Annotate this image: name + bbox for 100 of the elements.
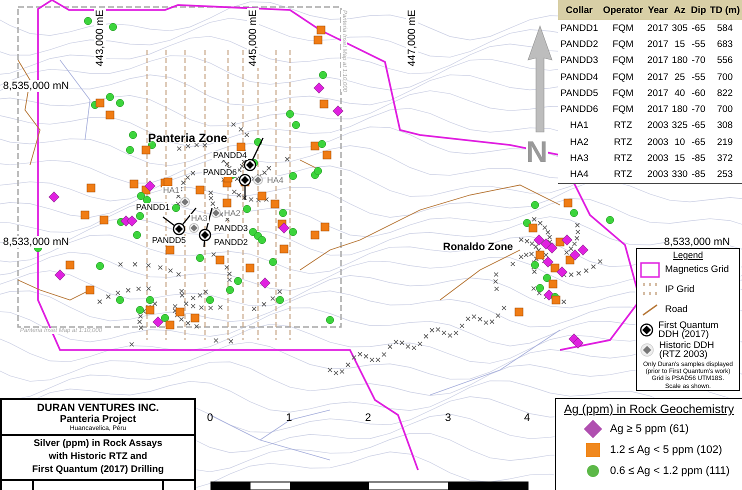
column-header: TD (m) [708, 0, 742, 20]
drill-hole-label: HA4 [266, 176, 285, 186]
table-cell: HA3 [558, 150, 601, 167]
map-title: First Quantum (2017) Drilling [32, 464, 164, 477]
drill-hole-label: HA1 [162, 186, 181, 196]
table-cell: HA4 [558, 166, 601, 184]
northing-label: 8,533,000 mN [3, 236, 69, 248]
scale-label: 1 [284, 412, 294, 424]
table-cell: 683 [708, 36, 742, 53]
table-cell: -60 [689, 85, 708, 102]
table-cell: HA1 [558, 118, 601, 134]
table-cell: 15 [670, 150, 690, 167]
legend-label: Road [665, 305, 688, 315]
table-cell: PANDD3 [558, 52, 601, 69]
table-cell: -70 [689, 101, 708, 118]
table-cell: RTZ [600, 134, 646, 150]
table-cell: -85 [689, 150, 708, 167]
drill-hole-label: PANDD3 [213, 224, 249, 234]
map-title: with Historic RTZ and [48, 450, 148, 464]
table-cell: -85 [689, 166, 708, 184]
table-cell: 2017 [646, 52, 670, 69]
drill-hole-label: PANDD1 [135, 203, 171, 212]
table-cell: PANDD5 [558, 85, 601, 102]
scale-label: 0 [206, 412, 214, 424]
table-cell: 2017 [646, 85, 670, 102]
table-cell: 253 [708, 166, 742, 184]
easting-label: 447,000 mE [406, 8, 418, 68]
table-cell: 219 [708, 134, 742, 150]
table-cell: RTZ [600, 118, 646, 134]
table-cell: 2017 [646, 36, 670, 53]
ag-legend-label: 0.6 ≤ Ag < 1.2 ppm (111) [610, 464, 730, 476]
project-name: Panteria Project [60, 414, 136, 425]
table-cell: FQM [600, 68, 646, 86]
table-cell: 2003 [646, 118, 670, 134]
scale-label: 4 [522, 412, 532, 424]
column-header: Year [646, 0, 670, 20]
ag-legend-label: Ag ≥ 5 ppm (61) [610, 422, 689, 434]
scale-label: 2 [364, 412, 372, 424]
drill-hole-label: HA2 [223, 209, 242, 218]
easting-label: 445,000 mE [247, 8, 259, 68]
table-cell: 180 [670, 101, 690, 118]
table-cell: RTZ [600, 150, 646, 167]
column-header: Az [670, 0, 690, 20]
ag-legend-label: 1.2 ≤ Ag < 5 ppm (102) [610, 444, 722, 456]
table-cell: -70 [689, 52, 708, 69]
scale-label: 3 [444, 412, 452, 424]
easting-label: 443,000 mE [94, 8, 106, 68]
table-cell: 822 [708, 85, 742, 102]
table-cell: 10 [670, 134, 690, 150]
drill-hole-label: HA3 [190, 214, 209, 224]
table-cell: 2003 [646, 134, 670, 150]
table-cell: 305 [670, 20, 690, 36]
drill-hole-label: PANDD2 [213, 238, 249, 248]
table-cell: FQM [600, 20, 646, 36]
column-header: Operator [600, 0, 646, 20]
table-cell-text: 2017 [646, 103, 670, 118]
legend-label: Historic DDH (RTZ 2003) [659, 340, 716, 360]
table-cell: 556 [708, 52, 742, 69]
table-cell: 2017 [646, 68, 670, 86]
table-cell: FQM [600, 101, 646, 118]
zone-label: Ronaldo Zone [443, 241, 513, 253]
table-cell: 372 [708, 150, 742, 167]
table-cell: 330 [670, 166, 690, 184]
table-cell: PANDD6 [558, 101, 601, 118]
table-cell-text: 25 [673, 70, 686, 85]
northing-label: 8,535,000 mN [3, 80, 69, 92]
zone-label: Panteria Zone [148, 131, 228, 145]
legend-title: Legend [672, 250, 704, 260]
table-cell: 2017 [646, 20, 670, 36]
map-title: Silver (ppm) in Rock Assays [34, 438, 162, 451]
table-cell: 2003 [646, 166, 670, 184]
table-cell: -65 [689, 118, 708, 134]
table-cell: FQM [600, 85, 646, 102]
ag-legend-title: Ag (ppm) in Rock Geochemistry [564, 402, 736, 416]
table-cell: PANDD4 [558, 68, 601, 86]
table-cell: FQM [600, 36, 646, 53]
drill-hole-label: PANDD6 [202, 168, 238, 178]
legend-label: IP Grid [665, 285, 694, 295]
column-header: Dip [689, 0, 708, 20]
legend-label: Magnetics Grid [665, 265, 729, 275]
drill-hole-label: PANDD5 [151, 236, 187, 246]
table-cell: PANDD1 [558, 20, 601, 36]
table-cell: 2003 [646, 150, 670, 167]
table-cell-text: 15 [673, 38, 686, 52]
table-cell-text: 180 [670, 54, 689, 68]
column-header: Collar [558, 0, 601, 20]
table-cell: 584 [708, 20, 742, 36]
table-cell: FQM [600, 52, 646, 69]
table-cell: 700 [708, 68, 742, 86]
legend-label: First Quantum DDH (2017) [658, 320, 720, 340]
table-cell: 325 [670, 118, 690, 134]
table-cell: HA2 [558, 134, 601, 150]
table-cell: RTZ [600, 166, 646, 184]
table-cell: -55 [689, 36, 708, 53]
table-cell: -65 [689, 20, 708, 36]
table-cell: 40 [670, 85, 690, 102]
northing-label: 8,533,000 mN [664, 236, 730, 248]
company-name: DURAN VENTURES INC. [37, 402, 159, 414]
table-cell: 700 [708, 101, 742, 118]
table-cell: 308 [708, 118, 742, 134]
